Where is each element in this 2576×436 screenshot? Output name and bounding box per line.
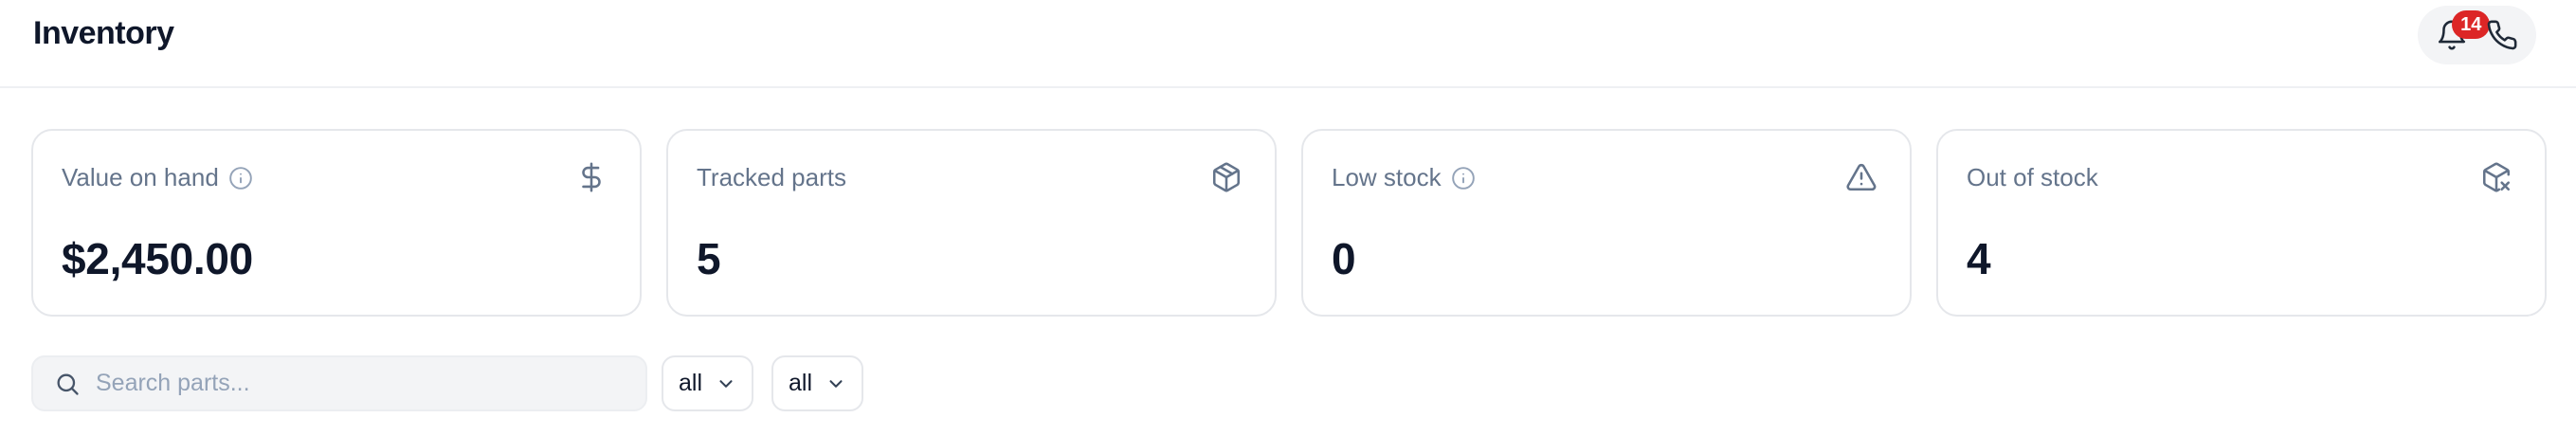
package-icon <box>1210 161 1243 193</box>
chevron-down-icon <box>719 379 733 388</box>
phone-icon <box>2487 20 2517 50</box>
notifications-button[interactable]: 14 <box>2429 10 2491 58</box>
stat-card-out-of-stock: Out of stock 4 <box>1936 129 2547 317</box>
search-input[interactable] <box>96 364 626 403</box>
info-icon[interactable] <box>1451 166 1476 191</box>
header-actions: 14 <box>2418 6 2536 64</box>
alert-triangle-icon <box>1845 161 1878 193</box>
search-box <box>31 355 647 411</box>
stat-card-value-on-hand: Value on hand $2,450.00 <box>31 129 642 317</box>
stat-card-tracked-parts: Tracked parts 5 <box>666 129 1277 317</box>
filter-select-value: all <box>789 370 813 396</box>
phone-button[interactable] <box>2479 12 2525 58</box>
search-icon <box>57 373 79 395</box>
stat-label: Out of stock <box>1967 163 2098 191</box>
stat-value: 4 <box>1967 234 1991 283</box>
stat-label-row: Tracked parts <box>697 163 846 192</box>
stat-value: 0 <box>1332 234 1356 283</box>
stats-cards: Value on hand $2,450.00 Tracked parts 5 … <box>31 129 2547 317</box>
info-icon[interactable] <box>228 166 253 191</box>
chevron-down-icon <box>829 379 843 388</box>
stat-value: 5 <box>697 234 721 283</box>
stat-label: Tracked parts <box>697 163 846 191</box>
stat-value: $2,450.00 <box>62 234 253 283</box>
filter-select-value: all <box>679 370 703 396</box>
stat-card-low-stock: Low stock 0 <box>1301 129 1912 317</box>
stat-label-row: Low stock <box>1332 163 1476 192</box>
page-title: Inventory <box>33 15 174 51</box>
stat-label-row: Out of stock <box>1967 163 2098 192</box>
page-header: Inventory 14 <box>0 0 2576 88</box>
stat-label-row: Value on hand <box>62 163 253 192</box>
filter-select-2[interactable]: all <box>771 355 864 411</box>
package-x-icon <box>2480 161 2513 193</box>
inventory-page: Inventory 14 Value on hand $2,450.00 Tra… <box>0 0 2576 436</box>
stat-label: Value on hand <box>62 163 219 191</box>
stat-label: Low stock <box>1332 163 1442 191</box>
dollar-icon <box>575 161 608 193</box>
filter-select-1[interactable]: all <box>662 355 754 411</box>
